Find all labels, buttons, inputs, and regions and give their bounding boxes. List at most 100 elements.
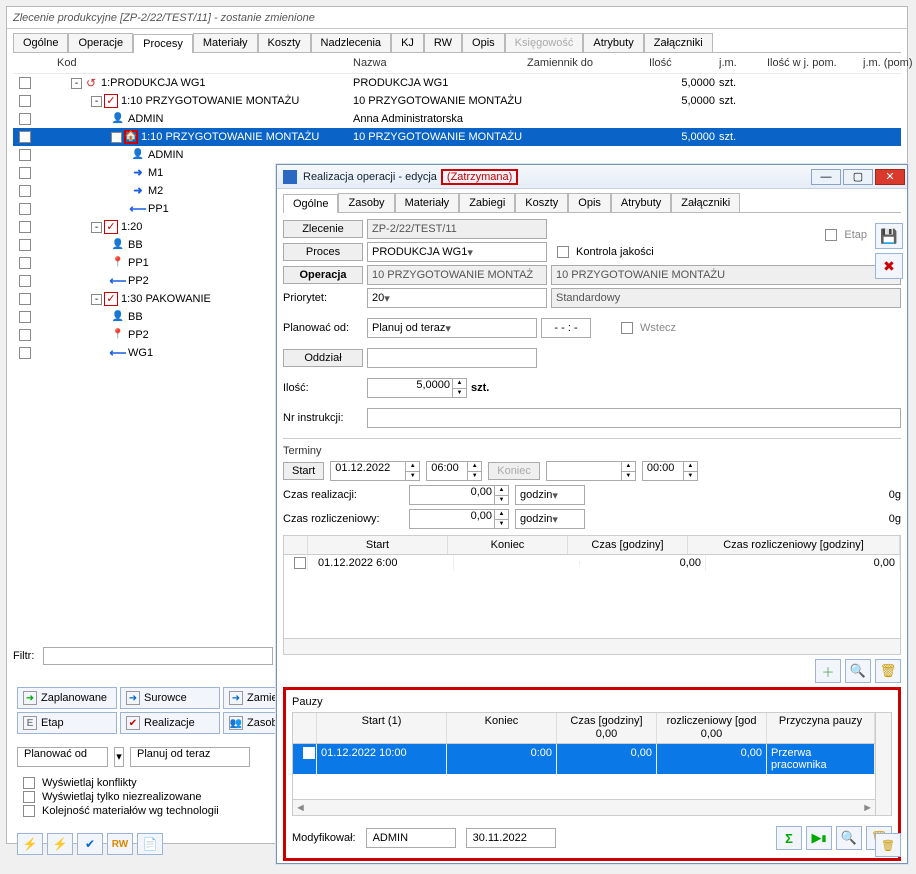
ilosc-input[interactable]: 5,0000▲▼ <box>367 378 467 398</box>
rw-icon[interactable]: RW <box>107 833 133 855</box>
doc-icon[interactable]: 📄 <box>137 833 163 855</box>
planod-time[interactable]: - - : - <box>541 318 591 338</box>
tree-row-check[interactable] <box>19 329 31 341</box>
main-tab-opis[interactable]: Opis <box>462 33 505 52</box>
play-pause-icon[interactable]: ▶▮ <box>806 826 832 850</box>
tree-row[interactable]: ADMIN <box>13 146 901 164</box>
tree-row-check[interactable] <box>19 203 31 215</box>
main-tab-ogólne[interactable]: Ogólne <box>13 33 68 52</box>
main-tab-operacje[interactable]: Operacje <box>68 33 133 52</box>
tree-row[interactable]: ADMINAnna Administratorska <box>13 110 901 128</box>
koniec-time[interactable]: 00:00▲▼ <box>642 461 698 481</box>
operacja-label[interactable]: Operacja <box>283 266 363 284</box>
option-check[interactable]: Wyświetlaj tylko niezrealizowane <box>17 791 219 803</box>
tree-row-check[interactable] <box>19 167 31 179</box>
g2-row-check[interactable] <box>303 747 315 759</box>
search2-icon[interactable]: 🔍 <box>836 826 862 850</box>
priorytet-select[interactable]: 20 <box>367 288 547 308</box>
action-etap[interactable]: EEtap <box>17 712 117 734</box>
tree-row[interactable]: -1:PRODUKCJA WG1PRODUKCJA WG15,0000szt. <box>13 74 901 92</box>
expand-icon[interactable]: - <box>91 294 102 305</box>
koniec-date[interactable]: ▲▼ <box>546 461 636 481</box>
dlg-tab-zabiegi[interactable]: Zabiegi <box>459 193 515 212</box>
dlg-tab-materiały[interactable]: Materiały <box>395 193 460 212</box>
bolt-yellow-icon[interactable]: ⚡ <box>17 833 43 855</box>
save-icon[interactable]: 💾 <box>875 223 903 249</box>
main-tab-rw[interactable]: RW <box>424 33 462 52</box>
tree-row-check[interactable] <box>19 275 31 287</box>
planod-select[interactable]: Planuj od teraz <box>367 318 537 338</box>
filter-input[interactable] <box>43 647 273 665</box>
trash-icon[interactable]: 🗑 <box>875 659 901 683</box>
start-button[interactable]: Start <box>283 462 324 480</box>
wstecz-checkbox[interactable] <box>621 322 633 334</box>
plan-from-value[interactable]: Planuj od teraz <box>130 747 250 767</box>
tree-row-check[interactable] <box>19 239 31 251</box>
tree-row-check[interactable] <box>19 149 31 161</box>
terminy-grid[interactable]: Start Koniec Czas [godziny] Czas rozlicz… <box>283 535 901 655</box>
kj-checkbox[interactable] <box>557 246 569 258</box>
czasreal-unit[interactable]: godzin <box>515 485 585 505</box>
dlg-tab-atrybuty[interactable]: Atrybuty <box>611 193 671 212</box>
czasreal-value[interactable]: 0,00▲▼ <box>409 485 509 505</box>
tree-row[interactable]: -1:10 PRZYGOTOWANIE MONTAŻU10 PRZYGOTOWA… <box>13 128 901 146</box>
main-tab-nadzlecenia[interactable]: Nadzlecenia <box>311 33 392 52</box>
add-icon[interactable]: ＋ <box>815 659 841 683</box>
expand-icon[interactable]: - <box>91 96 102 107</box>
dlg-tab-ogólne[interactable]: Ogólne <box>283 194 338 213</box>
czasroz-value[interactable]: 0,00▲▼ <box>409 509 509 529</box>
zlecenie-label[interactable]: Zlecenie <box>283 220 363 238</box>
g1-row[interactable]: 01.12.2022 6:00 0,00 0,00 <box>284 555 900 571</box>
g2-vscroll[interactable] <box>875 713 891 815</box>
tree-row-check[interactable] <box>19 347 31 359</box>
tree-row-check[interactable] <box>19 257 31 269</box>
dlg-tab-koszty[interactable]: Koszty <box>515 193 568 212</box>
proces-label[interactable]: Proces <box>283 243 363 261</box>
proces-select[interactable]: PRODUKCJA WG1 <box>367 242 547 262</box>
main-tab-kj[interactable]: KJ <box>391 33 424 52</box>
option-check[interactable]: Wyświetlaj konflikty <box>17 777 219 789</box>
dialog-trash-icon[interactable]: 🗑 <box>875 833 901 857</box>
oddzial-field[interactable] <box>367 348 537 368</box>
g1-hscroll[interactable] <box>284 638 900 654</box>
tree-row-check[interactable] <box>19 77 31 89</box>
plan-from-button[interactable]: Planować od <box>17 747 108 767</box>
option-check[interactable]: Kolejność materiałów wg technologii <box>17 805 219 817</box>
etap-check[interactable]: Etap <box>819 229 867 241</box>
pauzy-grid[interactable]: Start (1) Koniec Czas [godziny] 0,00 roz… <box>292 712 892 816</box>
bolt-green-icon[interactable]: ⚡ <box>47 833 73 855</box>
tree-row-check[interactable] <box>19 131 31 143</box>
sigma-icon[interactable]: Σ <box>776 826 802 850</box>
main-tab-załączniki[interactable]: Załączniki <box>644 33 713 52</box>
tree-row-check[interactable] <box>19 95 31 107</box>
dlg-tab-opis[interactable]: Opis <box>568 193 611 212</box>
main-tab-procesy[interactable]: Procesy <box>133 34 193 53</box>
expand-icon[interactable]: - <box>71 78 82 89</box>
action-zaplanowane[interactable]: ➜Zaplanowane <box>17 687 117 709</box>
main-tab-materiały[interactable]: Materiały <box>193 33 258 52</box>
maximize-button[interactable]: ▢ <box>843 169 873 185</box>
start-date[interactable]: 01.12.2022▲▼ <box>330 461 420 481</box>
tree-row-check[interactable] <box>19 185 31 197</box>
g2-hscroll[interactable]: ◄► <box>293 799 875 815</box>
tree-row-check[interactable] <box>19 113 31 125</box>
delete-icon[interactable]: ✖ <box>875 253 903 279</box>
close-button[interactable]: ✕ <box>875 169 905 185</box>
dlg-tab-zasoby[interactable]: Zasoby <box>338 193 394 212</box>
tree-row-check[interactable] <box>19 311 31 323</box>
action-surowce[interactable]: ➜Surowce <box>120 687 220 709</box>
start-time[interactable]: 06:00▲▼ <box>426 461 482 481</box>
nrinstr-field[interactable] <box>367 408 901 428</box>
main-tab-koszty[interactable]: Koszty <box>258 33 311 52</box>
tree-row[interactable]: -1:10 PRZYGOTOWANIE MONTAŻU10 PRZYGOTOWA… <box>13 92 901 110</box>
czasroz-unit[interactable]: godzin <box>515 509 585 529</box>
main-tab-atrybuty[interactable]: Atrybuty <box>583 33 643 52</box>
dlg-tab-załączniki[interactable]: Załączniki <box>671 193 740 212</box>
g1-row-check[interactable] <box>294 557 306 569</box>
action-realizacje[interactable]: ✔Realizacje <box>120 712 220 734</box>
search-icon[interactable]: 🔍 <box>845 659 871 683</box>
tree-row-check[interactable] <box>19 293 31 305</box>
oddzial-label[interactable]: Oddział <box>283 349 363 367</box>
expand-icon[interactable]: - <box>91 222 102 233</box>
tree-row-check[interactable] <box>19 221 31 233</box>
